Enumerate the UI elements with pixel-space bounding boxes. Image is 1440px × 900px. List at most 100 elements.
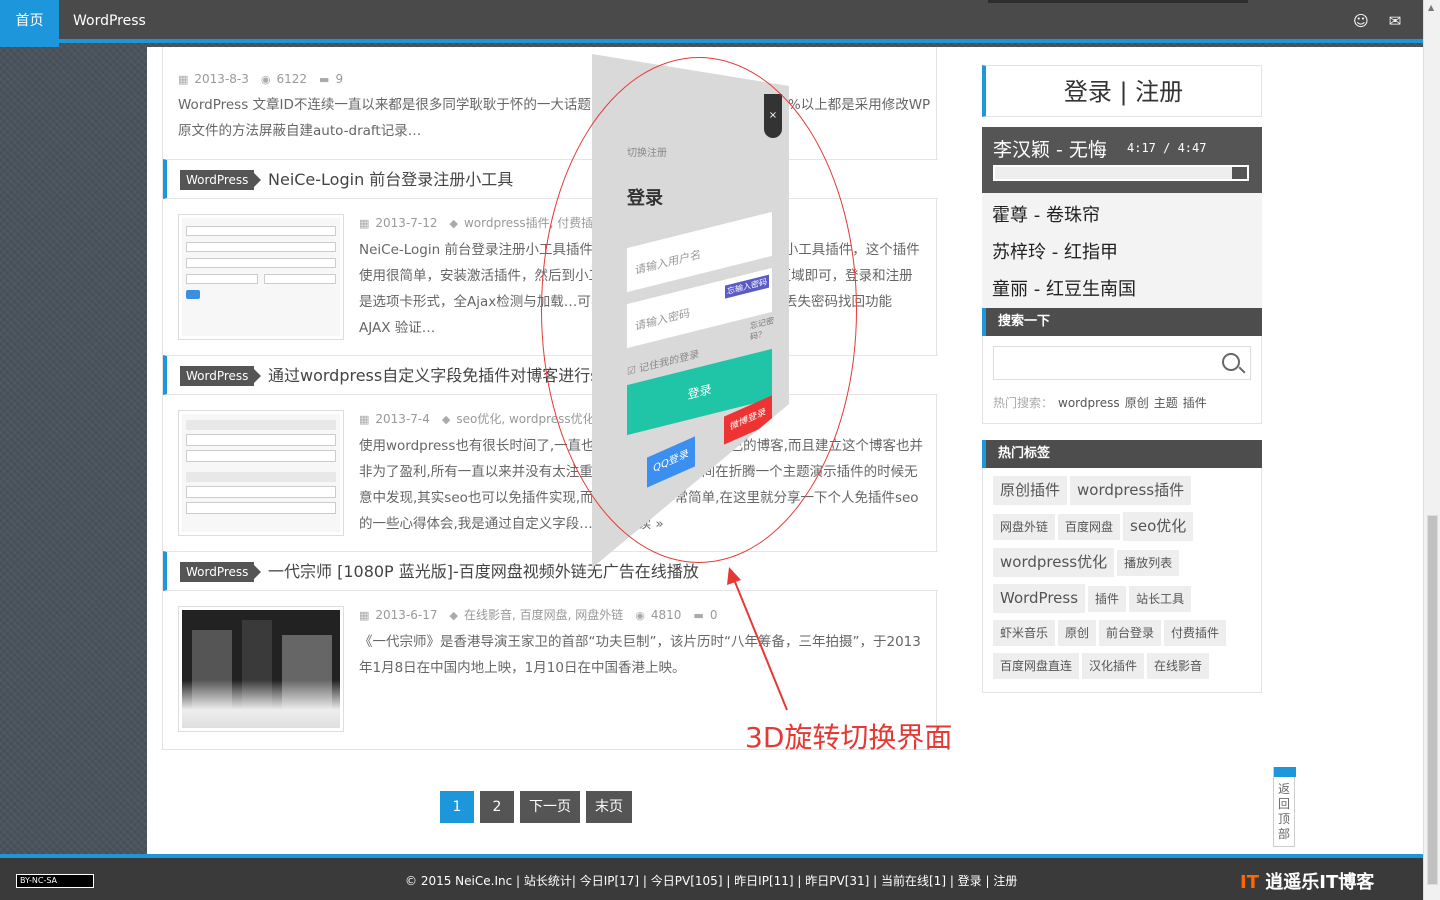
- post-date: 2013-6-17: [375, 608, 438, 622]
- next-page[interactable]: 下一页: [520, 791, 580, 823]
- tag-link[interactable]: 网盘外链: [993, 514, 1056, 540]
- post-tags[interactable]: 在线影音, 百度网盘, 网盘外链: [464, 608, 623, 622]
- playlist: 霍尊 - 卷珠帘 苏梓玲 - 红指甲 童丽 - 红豆生南国: [982, 193, 1262, 308]
- annotation-ellipse: [541, 57, 857, 563]
- qq-icon[interactable]: ☺: [1352, 12, 1370, 30]
- search-widget: 热门搜索： wordpress 原创 主题 插件: [982, 336, 1262, 424]
- progress-bar[interactable]: [993, 165, 1249, 181]
- tag-link[interactable]: 百度网盘直连: [993, 653, 1080, 679]
- calendar-icon: ▦: [359, 609, 370, 622]
- tag-link[interactable]: 站长工具: [1129, 586, 1192, 612]
- search-input[interactable]: [993, 346, 1251, 380]
- tag-link[interactable]: 在线影音: [1147, 653, 1210, 679]
- login-register-link[interactable]: 登录 | 注册: [982, 65, 1262, 117]
- footer-stats: © 2015 NeiCe.Inc | 站长统计| 今日IP[17] | 今日PV…: [405, 874, 1018, 888]
- calendar-icon: ▦: [359, 413, 370, 426]
- music-player: 李汉颖 - 无悔 4:17 / 4:47: [982, 127, 1262, 193]
- post-thumbnail[interactable]: [178, 410, 344, 536]
- tag-icon: ◆: [449, 609, 458, 622]
- post-title[interactable]: 一代宗师 [1080P 蓝光版]-百度网盘视频外链无广告在线播放: [268, 552, 699, 592]
- hot-link[interactable]: 原创: [1125, 396, 1149, 410]
- tag-link[interactable]: 百度网盘: [1058, 514, 1121, 540]
- tag-icon: ◆: [449, 217, 458, 230]
- back-to-top-button[interactable]: 返回顶部: [1273, 767, 1296, 847]
- search-icon[interactable]: [1222, 353, 1240, 371]
- comment-icon: ▬: [319, 73, 330, 86]
- post-excerpt: WordPress 文章ID不连续一直以来都是很多同学耿耿于怀的一大话题，解决的…: [178, 97, 931, 139]
- scrollbar[interactable]: ▲: [1423, 0, 1440, 900]
- post-thumbnail[interactable]: [178, 214, 344, 340]
- tag-link[interactable]: 虾米音乐: [993, 620, 1056, 646]
- tag-link[interactable]: WordPress: [993, 584, 1086, 613]
- tag-link[interactable]: 原创插件: [993, 476, 1068, 505]
- tag-link[interactable]: 汉化插件: [1082, 653, 1145, 679]
- playlist-item[interactable]: 霍尊 - 卷珠帘: [992, 197, 1252, 234]
- post-date: 2013-7-4: [375, 412, 430, 426]
- search-widget-title: 搜索一下: [982, 308, 1262, 336]
- tag-icon: ◆: [441, 413, 451, 426]
- post-thumbnail[interactable]: [178, 606, 344, 732]
- tag-link[interactable]: seo优化: [1123, 512, 1194, 541]
- tag-link[interactable]: 原创: [1058, 620, 1097, 646]
- top-navbar: 首页 WordPress ☺ ✉: [0, 0, 1423, 47]
- post-meta: ▦ 2013-6-17 ◆ 在线影音, 百度网盘, 网盘外链 ◉ 4810 ▬ 0: [359, 606, 924, 623]
- footer: BY-NC-SA © 2015 NeiCe.Inc | 站长统计| 今日IP[1…: [0, 854, 1423, 900]
- cc-license-badge[interactable]: BY-NC-SA: [16, 874, 94, 888]
- annotation-label: 3D旋转切换界面: [745, 721, 953, 754]
- nav-home[interactable]: 首页: [0, 0, 59, 47]
- mail-icon[interactable]: ✉: [1386, 12, 1404, 30]
- now-playing: 李汉颖 - 无悔: [993, 139, 1107, 161]
- logo-mark: IT: [1240, 872, 1259, 893]
- top-divider: [988, 0, 1248, 3]
- hot-link[interactable]: 插件: [1183, 396, 1207, 410]
- hot-label: 热门搜索：: [993, 396, 1054, 410]
- last-page[interactable]: 末页: [586, 791, 632, 823]
- hot-link[interactable]: wordpress: [1058, 396, 1120, 410]
- post-title[interactable]: NeiCe-Login 前台登录注册小工具: [268, 160, 513, 200]
- tags-widget-title: 热门标签: [982, 440, 1262, 468]
- post-excerpt: 《一代宗师》是香港导演王家卫的首部“功夫巨制”，该片历时“八年筹备，三年拍摄”，…: [359, 634, 921, 676]
- tag-cloud: 原创插件 wordpress插件网盘外链 百度网盘 seo优化wordpress优化播…: [982, 468, 1262, 693]
- logo-text: 逍遥乐IT博客: [1265, 872, 1375, 893]
- post-views: 6122: [276, 72, 308, 86]
- eye-icon: ◉: [260, 73, 271, 86]
- tag-link[interactable]: 插件: [1088, 586, 1127, 612]
- sidebar: 登录 | 注册 李汉颖 - 无悔 4:17 / 4:47 霍尊 - 卷珠帘 苏梓…: [982, 65, 1262, 693]
- post-comments: 9: [335, 72, 344, 86]
- site-logo: IT 逍遥乐IT博客: [1240, 868, 1374, 894]
- thumbnail-image: [182, 414, 340, 532]
- progress-fill: [995, 167, 1232, 179]
- eye-icon: ◉: [635, 609, 645, 622]
- post-title-bar[interactable]: WordPress 一代宗师 [1080P 蓝光版]-百度网盘视频外链无广告在线播…: [163, 551, 938, 591]
- post-date: 2013-7-12: [375, 216, 438, 230]
- nav-wordpress[interactable]: WordPress: [73, 0, 146, 43]
- page-1[interactable]: 1: [440, 791, 474, 823]
- post-date: 2013-8-3: [194, 72, 249, 86]
- tag-link[interactable]: wordpress优化: [993, 548, 1115, 577]
- post-comments: 0: [709, 608, 718, 622]
- cc-label: BY-NC-SA: [20, 876, 58, 885]
- tag-link[interactable]: 播放列表: [1117, 550, 1180, 576]
- annotation-arrow: [727, 567, 788, 711]
- post-views: 4810: [650, 608, 682, 622]
- hot-searches: 热门搜索： wordpress 原创 主题 插件: [993, 394, 1251, 411]
- scroll-up-icon[interactable]: ▲: [1428, 3, 1434, 12]
- category-badge[interactable]: WordPress: [180, 366, 262, 386]
- tag-link[interactable]: 付费插件: [1164, 620, 1227, 646]
- post-body: ▦ 2013-6-17 ◆ 在线影音, 百度网盘, 网盘外链 ◉ 4810 ▬ 0 《一代宗师…: [359, 606, 924, 681]
- playlist-item[interactable]: 童丽 - 红豆生南国: [992, 271, 1252, 308]
- hot-link[interactable]: 主题: [1154, 396, 1178, 410]
- page-2[interactable]: 2: [480, 791, 514, 823]
- category-badge[interactable]: WordPress: [180, 170, 262, 190]
- thumbnail-image: [182, 218, 340, 336]
- pagination: 1 2 下一页 末页: [440, 791, 638, 823]
- playlist-item[interactable]: 苏梓玲 - 红指甲: [992, 234, 1252, 271]
- play-time: 4:17 / 4:47: [1127, 141, 1207, 155]
- comment-icon: ▬: [693, 609, 704, 622]
- post-meta: ▦ 2013-8-3 ◉ 6122 ▬ 9: [178, 72, 938, 86]
- tag-link[interactable]: 前台登录: [1099, 620, 1162, 646]
- scrollbar-thumb[interactable]: [1427, 515, 1438, 885]
- first-post-body: ▦ 2013-8-3 ◉ 6122 ▬ 9 WordPress 文章ID不连续一直以来都是…: [178, 72, 938, 144]
- category-badge[interactable]: WordPress: [180, 562, 262, 582]
- tag-link[interactable]: wordpress插件: [1070, 476, 1192, 505]
